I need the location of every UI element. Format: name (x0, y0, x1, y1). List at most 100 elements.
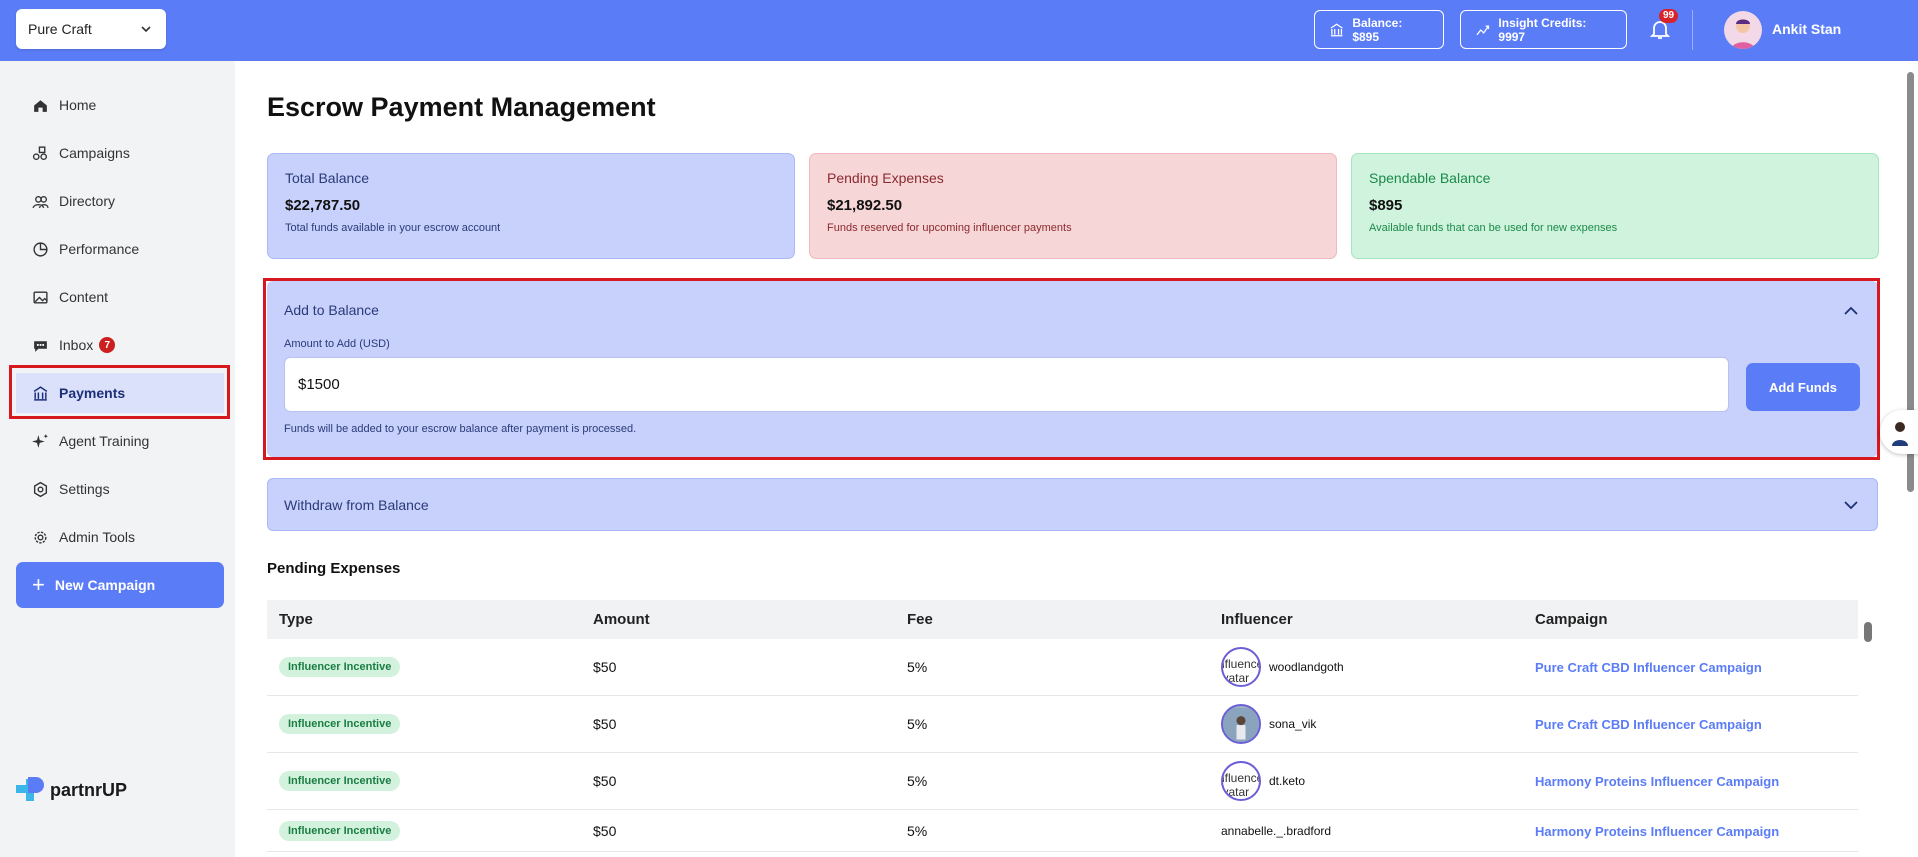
type-badge: Influencer Incentive (279, 820, 401, 841)
new-campaign-button[interactable]: + New Campaign (16, 562, 224, 608)
sidebar-item-label: Agent Training (59, 433, 150, 449)
user-name[interactable]: Ankit Stan (1772, 21, 1841, 37)
column-header: Influencer (1221, 611, 1293, 628)
balance-label: Balance: $895 (1352, 15, 1403, 44)
sidebar-item-label: Inbox (59, 337, 94, 353)
sidebar-item-performance[interactable]: Performance (16, 229, 224, 269)
card-value: $895 (1369, 197, 1403, 214)
sidebar-item-admin-tools[interactable]: Admin Tools (16, 517, 224, 557)
sidebar-item-inbox[interactable]: Inbox 7 (16, 325, 224, 365)
user-avatar-icon (1731, 19, 1755, 49)
card-title: Pending Expenses (827, 170, 944, 186)
chat-assistant-button[interactable] (1880, 410, 1918, 454)
influencer-name[interactable]: woodlandgoth (1269, 660, 1344, 674)
new-campaign-label: New Campaign (54, 577, 156, 593)
sidebar-item-content[interactable]: Content (16, 277, 224, 317)
home-icon (34, 99, 47, 112)
insight-credits-label: Insight Credits: 9997 (1498, 15, 1587, 44)
header-divider (1692, 10, 1693, 50)
avatar[interactable] (1221, 704, 1261, 744)
pending-expenses-title: Pending Expenses (267, 560, 401, 577)
logo: partnrUP (16, 775, 127, 805)
assistant-avatar-icon (1892, 422, 1908, 446)
campaign-link[interactable]: Harmony Proteins Influencer Campaign (1535, 774, 1779, 789)
table-row: Influencer Incentive $50 5% Influencer A… (267, 639, 1858, 696)
card-description: Funds reserved for upcoming influencer p… (827, 222, 1072, 234)
column-header: Fee (907, 611, 933, 628)
fee-cell: 5% (907, 773, 928, 789)
amount-label: Amount to Add (USD) (284, 338, 390, 350)
amount-cell: $50 (593, 822, 617, 839)
table-header: Type Amount Fee Influencer Campaign (267, 600, 1858, 639)
sidebar-item-directory[interactable]: Directory (16, 181, 224, 221)
performance-icon (33, 241, 48, 257)
insight-credits-button[interactable]: Insight Credits: 9997 (1460, 10, 1627, 49)
card-title: Total Balance (285, 170, 370, 186)
campaigns-icon (32, 145, 48, 160)
influencer-name[interactable]: sona_vik (1269, 717, 1316, 731)
chevron-down-icon (141, 26, 151, 33)
fee-cell: 5% (907, 659, 928, 675)
content-icon (33, 290, 48, 304)
avatar[interactable]: Influencer Avatar (1221, 647, 1261, 687)
fee-cell: 5% (907, 822, 928, 839)
avatar[interactable] (1724, 11, 1762, 49)
chevron-down-icon[interactable] (1842, 496, 1860, 514)
settings-icon (33, 481, 48, 497)
chevron-up-icon[interactable] (1842, 302, 1860, 320)
notification-badge: 99 (1659, 9, 1679, 23)
person-photo-icon (1223, 708, 1259, 742)
sidebar-item-agent-training[interactable]: Agent Training (16, 421, 224, 461)
withdraw-panel[interactable] (267, 478, 1878, 531)
total-balance-card: Total Balance $22,787.50 Total funds ava… (267, 153, 795, 259)
amount-input[interactable] (284, 357, 1729, 412)
balance-button[interactable]: Balance: $895 (1314, 10, 1444, 49)
pending-expenses-card: Pending Expenses $21,892.50 Funds reserv… (809, 153, 1337, 259)
sidebar-item-label: Home (59, 97, 97, 113)
sparkle-icon (32, 433, 48, 448)
campaign-link[interactable]: Harmony Proteins Influencer Campaign (1535, 824, 1779, 839)
inbox-badge: 7 (99, 337, 116, 353)
influencer-name[interactable]: dt.keto (1269, 774, 1305, 788)
influencer-name[interactable]: annabelle._.bradford (1221, 824, 1331, 838)
page-title: Escrow Payment Management (267, 92, 656, 122)
inbox-icon (34, 340, 47, 352)
card-description: Available funds that can be used for new… (1369, 222, 1618, 234)
pending-expenses-table: Type Amount Fee Influencer Campaign Infl… (267, 600, 1858, 852)
campaign-link[interactable]: Pure Craft CBD Influencer Campaign (1535, 660, 1762, 675)
add-to-balance-title[interactable]: Add to Balance (284, 302, 379, 318)
logo-text: partnrUP (50, 779, 128, 800)
sidebar-item-home[interactable]: Home (16, 85, 224, 125)
chart-trend-icon (1476, 25, 1490, 35)
table-row: Influencer Incentive $50 5% annabelle._.… (267, 810, 1858, 852)
table-row: Influencer Incentive $50 5% sona_vik Pur… (267, 696, 1858, 753)
add-funds-button[interactable]: Add Funds (1746, 363, 1860, 411)
table-row: Influencer Incentive $50 5% Influencer A… (267, 753, 1858, 810)
sidebar-item-label: Campaigns (59, 145, 130, 161)
fee-cell: 5% (907, 716, 928, 732)
bank-icon (1330, 23, 1343, 36)
directory-icon (32, 195, 49, 208)
amount-cell: $50 (593, 773, 617, 789)
table-scrollbar[interactable] (1864, 622, 1872, 642)
sidebar-item-label: Settings (59, 481, 110, 497)
spendable-balance-card: Spendable Balance $895 Available funds t… (1351, 153, 1879, 259)
sidebar-item-settings[interactable]: Settings (16, 469, 224, 509)
card-title: Spendable Balance (1369, 170, 1491, 186)
partnrup-logo-icon (16, 777, 44, 801)
sidebar-item-campaigns[interactable]: Campaigns (16, 133, 224, 173)
sidebar-item-label: Directory (59, 193, 116, 209)
amount-cell: $50 (593, 716, 617, 732)
sidebar-item-label: Admin Tools (59, 529, 136, 545)
withdraw-title[interactable]: Withdraw from Balance (284, 497, 429, 513)
card-value: $22,787.50 (285, 197, 361, 214)
type-badge: Influencer Incentive (279, 771, 401, 791)
sidebar-item-label: Content (59, 289, 109, 305)
campaign-link[interactable]: Pure Craft CBD Influencer Campaign (1535, 717, 1762, 732)
brand-selector[interactable]: Pure Craft (16, 9, 166, 49)
amount-cell: $50 (593, 659, 617, 675)
card-value: $21,892.50 (827, 197, 903, 214)
column-header: Amount (593, 611, 650, 628)
avatar[interactable]: Influencer Avatar (1221, 761, 1261, 801)
add-funds-note: Funds will be added to your escrow balan… (284, 423, 637, 435)
